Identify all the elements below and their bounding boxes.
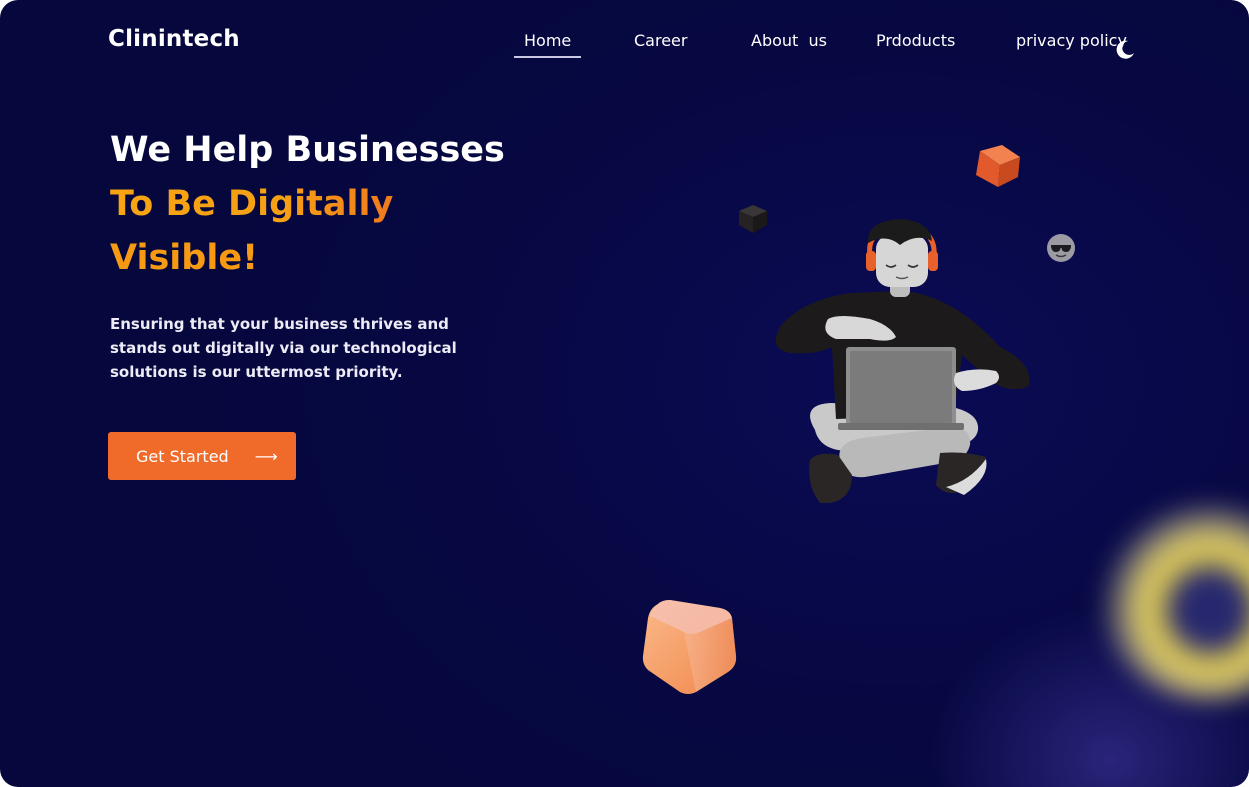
nav-home[interactable]: Home [513, 31, 582, 58]
moon-icon[interactable] [1114, 38, 1136, 60]
nav-privacy-policy[interactable]: privacy policy [1016, 31, 1127, 50]
get-started-label: Get Started [136, 446, 229, 466]
sunglasses-emoji-decoration [1047, 234, 1075, 262]
brand-logo[interactable]: Clinintech [108, 26, 240, 52]
get-started-button[interactable]: Get Started ⟶ [108, 432, 296, 480]
nav-career[interactable]: Career [634, 31, 687, 50]
person-laptop-illustration [775, 219, 1030, 503]
nav-products[interactable]: Prdoducts [876, 31, 955, 50]
hero-page: Clinintech Home Career About us Prdoduct… [0, 0, 1249, 787]
headline-line-1: We Help Businesses [110, 130, 505, 170]
blurred-ring-decoration [1100, 500, 1249, 700]
orange-cube-decoration [976, 145, 1020, 187]
headline-line-3: Visible! [110, 238, 259, 278]
headline-line-2: To Be Digitally [110, 184, 394, 224]
nav-about-us[interactable]: About us [751, 31, 827, 50]
arrow-right-icon: ⟶ [254, 446, 278, 466]
peach-cube-decoration [642, 600, 737, 694]
hero-subtitle: Ensuring that your business thrives and … [110, 315, 457, 381]
